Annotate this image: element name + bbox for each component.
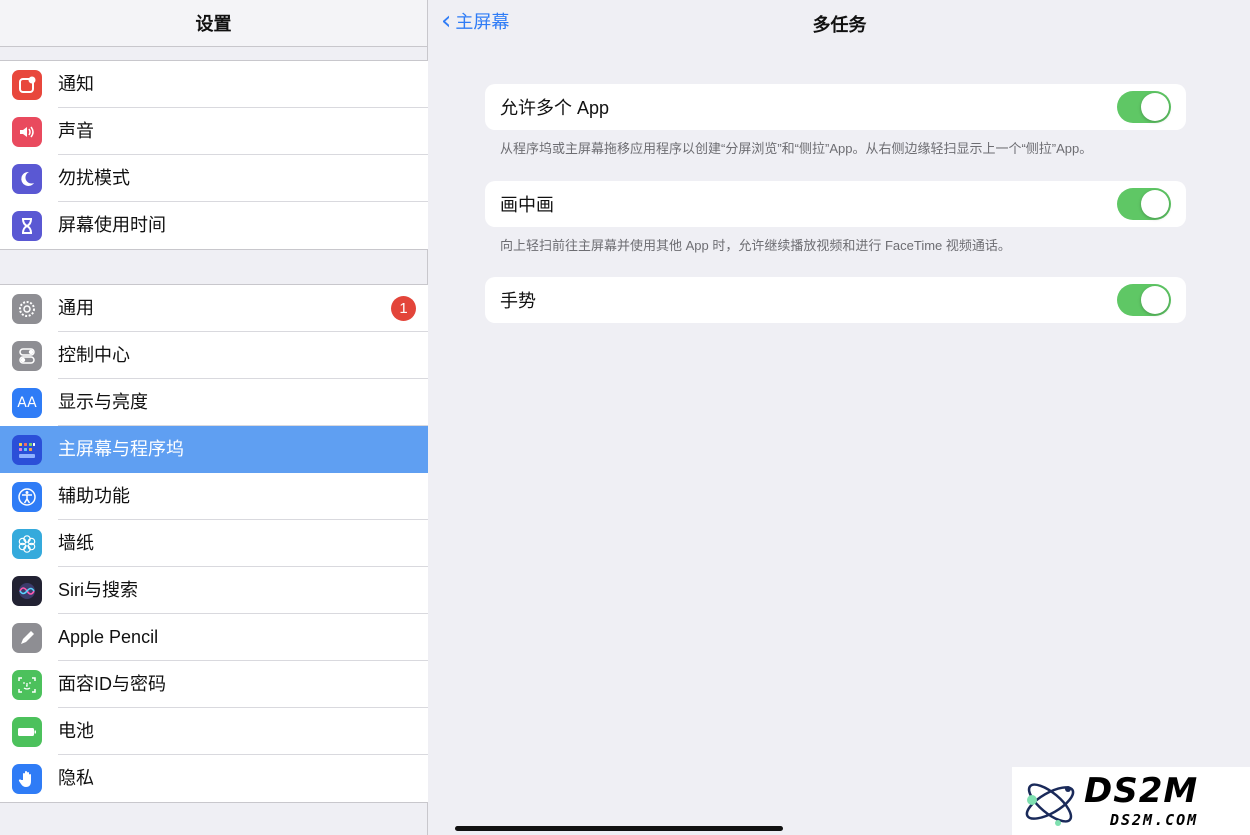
setting-label: 画中画 [500,195,554,215]
toggle-knob [1141,190,1169,218]
setting-allow-multiple-apps: 允许多个 App [485,84,1186,130]
sidebar-item-label: 电池 [58,708,428,755]
multitasking-detail: ‹ 主屏幕 多任务 允许多个 App 从程序坞或主屏幕拖移应用程序以创建“分屏浏… [429,0,1250,835]
gear-icon [12,293,42,324]
gestures-toggle[interactable] [1117,284,1171,316]
notification-badge: 1 [391,296,416,321]
setting-label: 允许多个 App [500,98,610,118]
allow-multiple-apps-toggle[interactable] [1117,91,1171,123]
pencil-icon [12,622,42,653]
hand-icon [12,763,42,794]
sidebar-item-label: 通知 [58,61,428,108]
sidebar-item-battery[interactable]: 电池 [0,708,428,755]
hourglass-icon [12,210,42,241]
sidebar-item-home-screen-dock[interactable]: 主屏幕与程序坞 [0,426,428,473]
toggles-icon [12,340,42,371]
battery-icon [12,716,42,747]
text-size-icon: AA [12,387,42,418]
sidebar-item-privacy[interactable]: 隐私 [0,755,428,802]
home-screen-icon [12,434,42,465]
toggle-knob [1141,93,1169,121]
settings-sidebar: 设置 通知 声音 勿扰模式 屏幕使用时间 通用 1 控制中心 AA 显示与亮度 … [0,0,428,835]
sidebar-item-label: 辅助功能 [58,473,428,520]
sidebar-item-label: 控制中心 [58,332,428,379]
sidebar-group-1: 通知 声音 勿扰模式 屏幕使用时间 [0,60,428,250]
notification-icon [12,69,42,100]
sidebar-item-sounds[interactable]: 声音 [0,108,428,155]
setting-picture-in-picture: 画中画 [485,181,1186,227]
sidebar-group-2: 通用 1 控制中心 AA 显示与亮度 主屏幕与程序坞 辅助功能 墙纸 Siri与… [0,284,428,803]
setting-gestures: 手势 [485,277,1186,323]
sidebar-item-label: 屏幕使用时间 [58,215,166,235]
sidebar-item-general[interactable]: 通用 1 [0,285,428,332]
page-title: 多任务 [812,15,867,35]
sidebar-item-accessibility[interactable]: 辅助功能 [0,473,428,520]
sidebar-item-label: 通用 [58,285,428,332]
speaker-icon [12,116,42,147]
sidebar-item-label: 隐私 [58,768,94,788]
sidebar-item-do-not-disturb[interactable]: 勿扰模式 [0,155,428,202]
sidebar-item-siri-search[interactable]: Siri与搜索 [0,567,428,614]
sidebar-item-label: 主屏幕与程序坞 [58,439,184,459]
nav-bar: ‹ 主屏幕 多任务 [429,0,1250,44]
siri-icon [12,575,42,606]
sidebar-item-notifications[interactable]: 通知 [0,61,428,108]
setting-footnote: 向上轻扫前往主屏幕并使用其他 App 时，允许继续播放视频和进行 FaceTim… [500,238,1011,253]
home-indicator [455,826,783,831]
setting-label: 手势 [500,291,536,311]
watermark-big: DS2M [1084,771,1199,811]
sidebar-item-label: Apple Pencil [58,614,428,661]
moon-icon [12,163,42,194]
picture-in-picture-toggle[interactable] [1117,188,1171,220]
sidebar-title: 设置 [0,0,427,47]
face-id-icon [12,669,42,700]
toggle-knob [1141,286,1169,314]
sidebar-item-label: 勿扰模式 [58,155,428,202]
setting-footnote: 从程序坞或主屏幕拖移应用程序以创建“分屏浏览”和“侧拉”App。从右侧边缘轻扫显… [500,141,1093,156]
sidebar-item-apple-pencil[interactable]: Apple Pencil [0,614,428,661]
sidebar-item-label: 声音 [58,108,428,155]
sidebar-item-wallpaper[interactable]: 墙纸 [0,520,428,567]
sidebar-item-face-id-passcode[interactable]: 面容ID与密码 [0,661,428,708]
sidebar-item-label: 面容ID与密码 [58,661,428,708]
flower-icon [12,528,42,559]
sidebar-item-label: 墙纸 [58,520,428,567]
sidebar-item-screen-time[interactable]: 屏幕使用时间 [0,202,428,249]
watermark-logo-icon [1025,783,1075,826]
accessibility-icon [12,481,42,512]
watermark: DS2M DS2M.COM [1012,767,1250,835]
sidebar-item-label: Siri与搜索 [58,567,428,614]
watermark-text: DS2M DS2M.COM [1084,773,1198,829]
sidebar-item-control-center[interactable]: 控制中心 [0,332,428,379]
watermark-small: DS2M.COM [1109,811,1199,829]
sidebar-item-display-brightness[interactable]: AA 显示与亮度 [0,379,428,426]
sidebar-item-label: 显示与亮度 [58,379,428,426]
